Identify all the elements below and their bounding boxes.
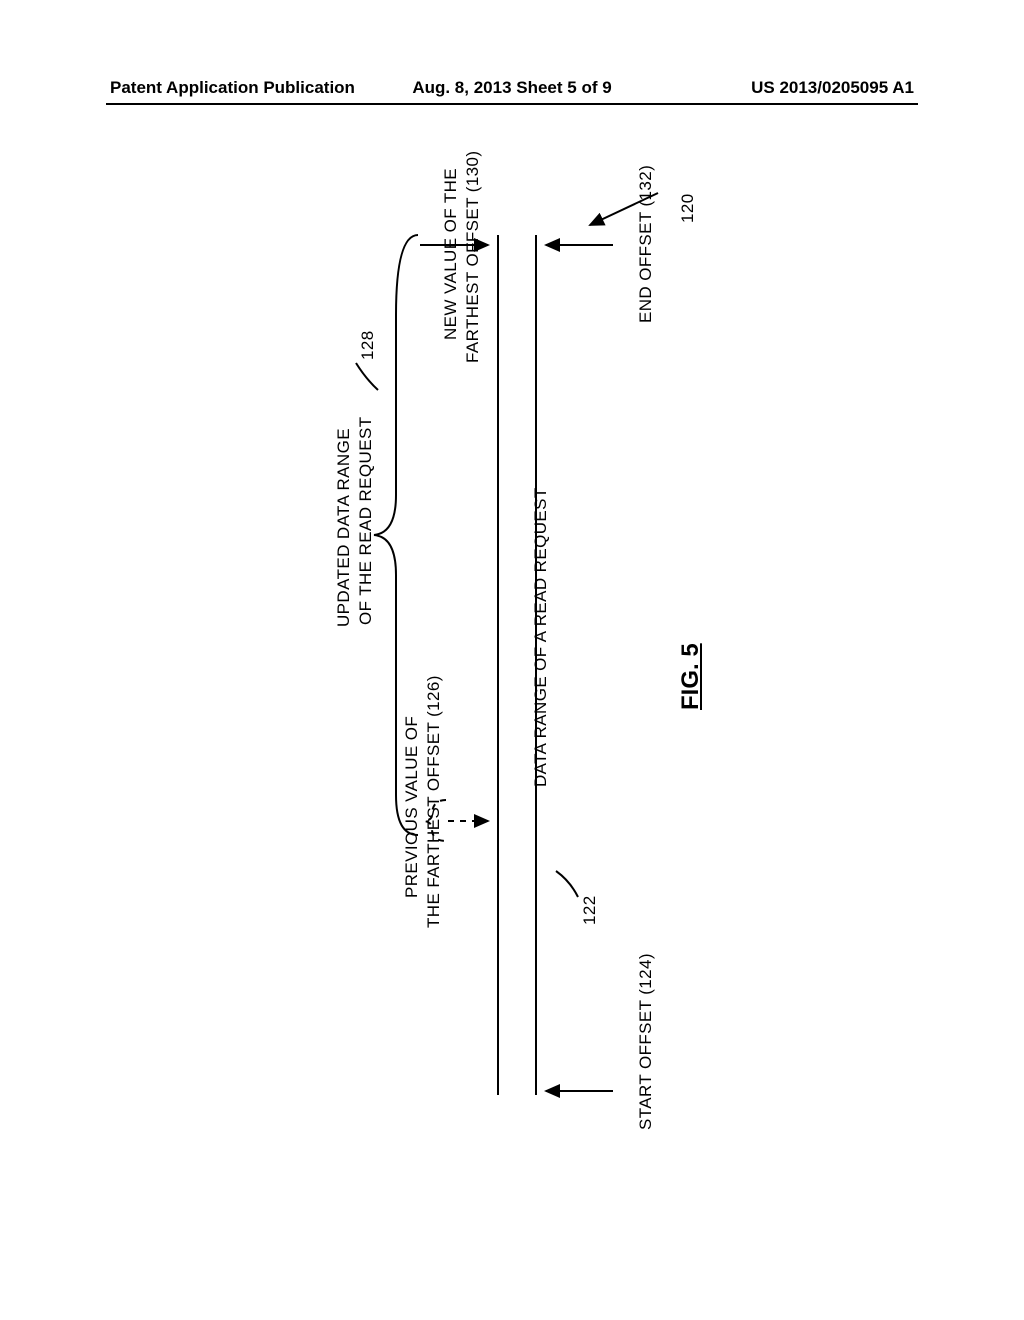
ref-122: 122 xyxy=(580,895,600,925)
label-end-offset: END OFFSET (132) xyxy=(636,165,656,323)
label-new-value-1: NEW VALUE OF THE xyxy=(441,168,461,340)
label-start-offset: START OFFSET (124) xyxy=(636,953,656,1130)
ref-128: 128 xyxy=(358,330,378,360)
label-new-value-2: FARTHEST OFFSET (130) xyxy=(463,151,483,363)
label-prev-value-2: THE FARTHEST OFFSET (126) xyxy=(424,675,444,928)
figure-5: 120 128 UPDATED DATA RANGE OF THE READ R… xyxy=(158,175,858,1135)
label-data-range: DATA RANGE OF A READ REQUEST xyxy=(531,487,551,787)
label-prev-value-1: PREVIOUS VALUE OF xyxy=(402,716,422,898)
header-left: Patent Application Publication xyxy=(110,78,355,98)
header-center: Aug. 8, 2013 Sheet 5 of 9 xyxy=(412,78,611,98)
figure-caption: FIG. 5 xyxy=(677,643,705,710)
label-updated-range-1: UPDATED DATA RANGE xyxy=(334,428,354,627)
header-rule xyxy=(106,103,918,105)
diagram-svg xyxy=(158,175,858,1135)
label-updated-range-2: OF THE READ REQUEST xyxy=(356,417,376,625)
header-right: US 2013/0205095 A1 xyxy=(751,78,914,98)
page-header: Patent Application Publication Aug. 8, 2… xyxy=(0,78,1024,98)
ref-120: 120 xyxy=(678,193,698,223)
